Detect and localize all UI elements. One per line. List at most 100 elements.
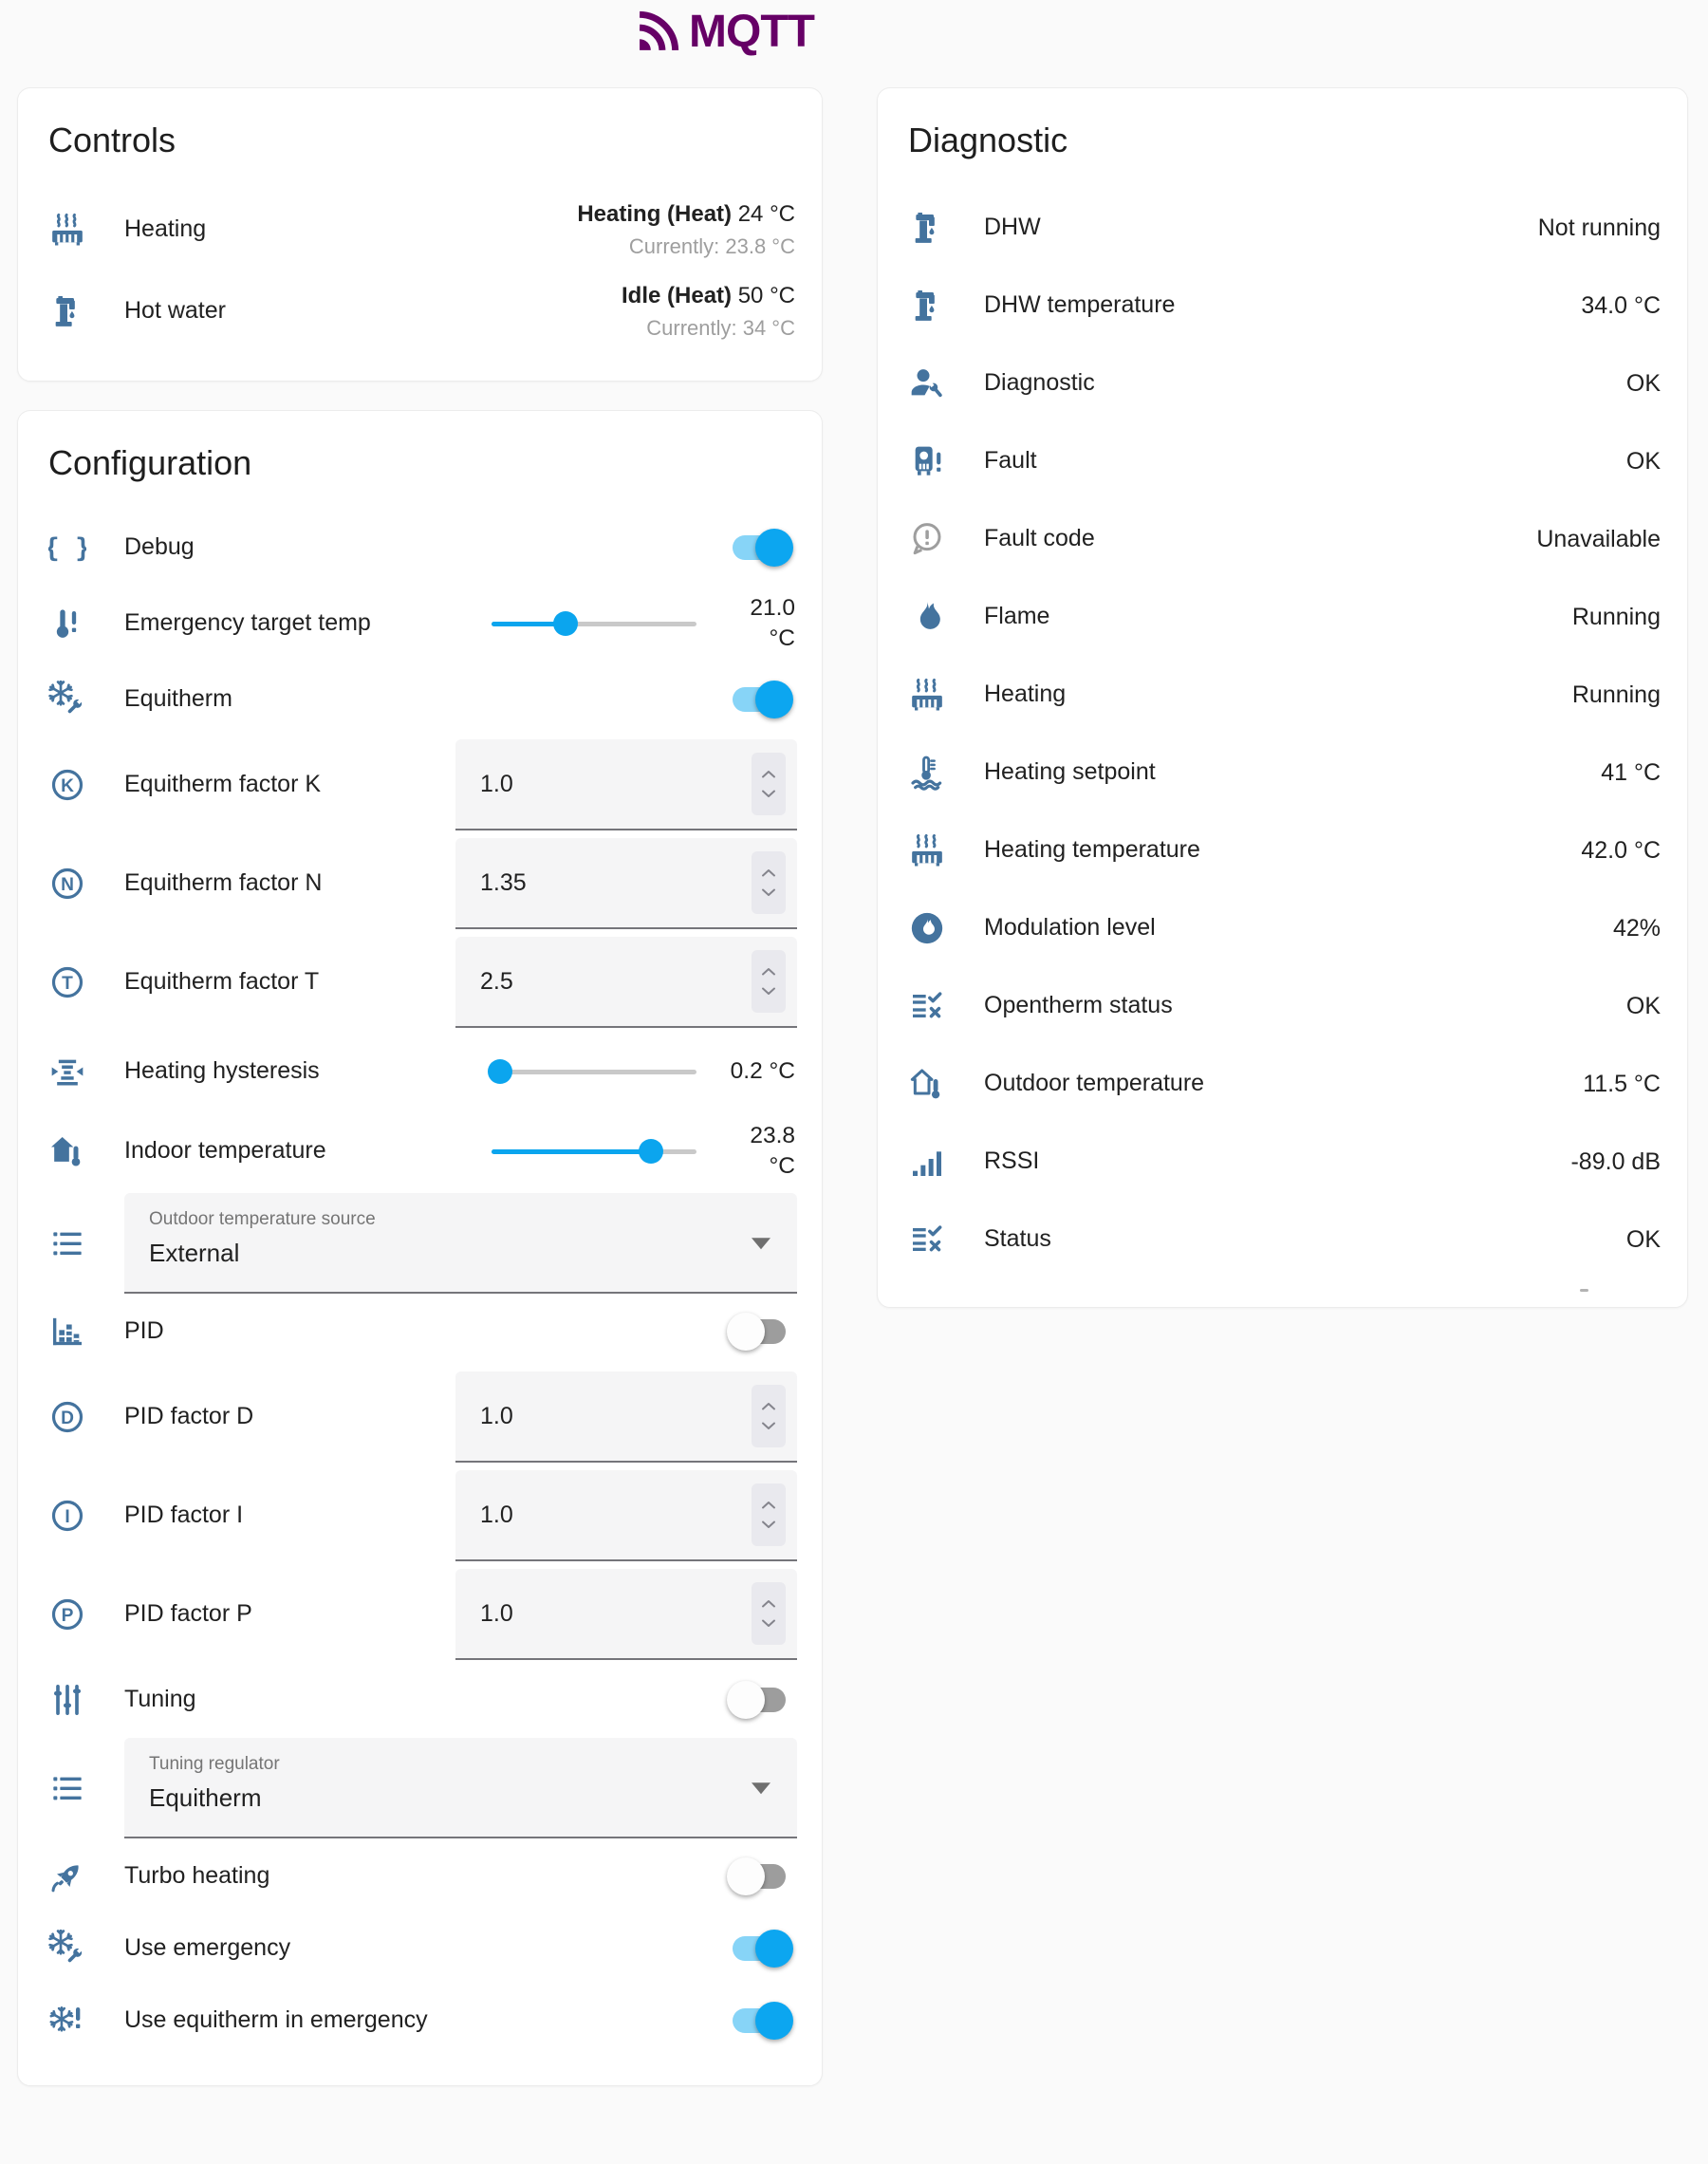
config-row-use-equitherm-in-emergency: Use equitherm in emergency — [45, 1985, 797, 2057]
stray-mark — [1580, 1289, 1588, 1292]
config-row-pid-factor-p: PID factor P 1.0 — [45, 1565, 797, 1664]
config-row-heating-hysteresis: Heating hysteresis 0.2 °C — [45, 1032, 797, 1111]
alpha-k-circle-icon — [48, 766, 86, 804]
state-name: Idle (Heat) — [622, 283, 732, 308]
pid-factor-p-input[interactable]: 1.0 — [455, 1569, 797, 1660]
page-header: MQTT — [0, 0, 1708, 87]
number-stepper[interactable] — [752, 950, 786, 1013]
fire-icon — [908, 598, 946, 636]
state-current: Currently: 34 °C — [622, 316, 795, 341]
hysteresis-icon — [48, 1053, 86, 1091]
toggle-knob — [727, 1681, 765, 1719]
number-stepper[interactable] — [752, 851, 786, 914]
toggle-knob — [755, 2002, 793, 2040]
tune-vertical-icon — [48, 1681, 86, 1719]
config-row-emergency-target-temp: Emergency target temp 21.0 °C — [45, 584, 797, 663]
chart-histogram-icon — [48, 1313, 86, 1351]
slider-thumb[interactable] — [488, 1059, 512, 1084]
control-row-heating[interactable]: Heating Heating (Heat) 24 °C Currently: … — [45, 189, 797, 270]
control-label: Hot water — [124, 296, 622, 326]
dropdown-arrow-icon — [752, 1238, 770, 1249]
turbo-heating-toggle[interactable] — [733, 1864, 786, 1889]
diagnostic-value: 11.5 °C — [1583, 1071, 1662, 1098]
control-row-hot-water[interactable]: Hot water Idle (Heat) 50 °C Currently: 3… — [45, 270, 797, 352]
pid-factor-d-input[interactable]: 1.0 — [455, 1371, 797, 1463]
diagnostic-card-title: Diagnostic — [908, 121, 1662, 160]
config-row-outdoor-temperature-source: Outdoor temperature source External — [45, 1191, 797, 1296]
diagnostic-value: OK — [1626, 1226, 1662, 1254]
outdoor-temperature-source-select[interactable]: Outdoor temperature source External — [124, 1193, 797, 1294]
message-alert-icon — [908, 520, 946, 558]
diagnostic-row-dhw: DHW Not running — [904, 189, 1662, 267]
state-name: Heating (Heat) — [577, 201, 732, 227]
list-bulleted-icon — [48, 1769, 86, 1807]
mqtt-logo-text: MQTT — [689, 6, 814, 58]
config-row-equitherm: Equitherm — [45, 663, 797, 736]
slider-value: 21.0 °C — [721, 593, 795, 654]
alpha-t-circle-icon — [48, 963, 86, 1001]
emergency-target-temp-slider[interactable] — [492, 610, 696, 637]
number-stepper[interactable] — [752, 753, 786, 815]
rocket-icon — [48, 1857, 86, 1895]
alpha-d-circle-icon — [48, 1398, 86, 1436]
snowflake-wrench-icon — [48, 681, 86, 718]
use-emergency-toggle[interactable] — [733, 1936, 786, 1961]
diagnostic-card: Diagnostic DHW Not running DHW temperatu… — [877, 87, 1688, 1308]
heating-hysteresis-slider[interactable] — [492, 1058, 696, 1085]
pid-toggle[interactable] — [733, 1319, 786, 1344]
alpha-n-circle-icon — [48, 865, 86, 903]
configuration-card: Configuration Debug Emergency target tem… — [17, 410, 823, 2086]
equitherm-factor-k-input[interactable]: 1.0 — [455, 739, 797, 830]
list-bulleted-icon — [48, 1224, 86, 1262]
config-row-equitherm-factor-n: Equitherm factor N 1.35 — [45, 834, 797, 933]
thermometer-alert-icon — [48, 605, 86, 643]
configuration-card-title: Configuration — [48, 443, 797, 483]
tuning-toggle[interactable] — [733, 1688, 786, 1712]
diagnostic-value: Not running — [1538, 215, 1662, 242]
pid-factor-i-input[interactable]: 1.0 — [455, 1470, 797, 1561]
config-row-tuning: Tuning — [45, 1664, 797, 1736]
config-row-indoor-temperature: Indoor temperature 23.8 °C — [45, 1111, 797, 1191]
snowflake-wrench-icon — [48, 1930, 86, 1968]
diagnostic-row-fault-code: Fault code Unavailable — [904, 500, 1662, 578]
config-row-equitherm-factor-t: Equitherm factor T 2.5 — [45, 933, 797, 1032]
controls-card-title: Controls — [48, 121, 797, 160]
control-state: Heating (Heat) 24 °C Currently: 23.8 °C — [577, 201, 795, 259]
config-row-pid-factor-d: PID factor D 1.0 — [45, 1368, 797, 1466]
equitherm-factor-t-input[interactable]: 2.5 — [455, 937, 797, 1028]
config-row-turbo-heating: Turbo heating — [45, 1840, 797, 1912]
thermometer-water-icon — [908, 754, 946, 792]
diagnostic-row-diagnostic: Diagnostic OK — [904, 345, 1662, 422]
config-row-debug: Debug — [45, 512, 797, 584]
radiator-icon — [908, 831, 946, 869]
tuning-regulator-select[interactable]: Tuning regulator Equitherm — [124, 1738, 797, 1838]
code-braces-icon — [48, 529, 86, 567]
mqtt-logo: MQTT — [632, 6, 814, 58]
toggle-knob — [755, 1930, 793, 1968]
slider-thumb[interactable] — [639, 1139, 663, 1164]
diagnostic-row-dhw-temperature: DHW temperature 34.0 °C — [904, 267, 1662, 345]
slider-thumb[interactable] — [553, 611, 578, 636]
indoor-temperature-slider[interactable] — [492, 1138, 696, 1165]
snowflake-alert-icon — [48, 2002, 86, 2040]
use-equitherm-in-emergency-toggle[interactable] — [733, 2008, 786, 2033]
config-row-tuning-regulator: Tuning regulator Equitherm — [45, 1736, 797, 1840]
diagnostic-value: 34.0 °C — [1581, 292, 1662, 320]
state-temp: 24 °C — [738, 201, 795, 227]
config-row-pid: PID — [45, 1296, 797, 1368]
home-thermometer-outline-icon — [908, 1065, 946, 1103]
number-stepper[interactable] — [752, 1582, 786, 1645]
faucet-icon — [48, 292, 86, 330]
debug-toggle[interactable] — [733, 535, 786, 560]
dropdown-arrow-icon — [752, 1782, 770, 1794]
signal-icon — [908, 1143, 946, 1181]
faucet-icon — [908, 209, 946, 247]
equitherm-factor-n-input[interactable]: 1.35 — [455, 838, 797, 929]
number-stepper[interactable] — [752, 1385, 786, 1447]
toggle-knob — [727, 1313, 765, 1351]
number-stepper[interactable] — [752, 1483, 786, 1546]
equitherm-toggle[interactable] — [733, 687, 786, 712]
diagnostic-row-fault: Fault OK — [904, 422, 1662, 500]
account-wrench-icon — [908, 364, 946, 402]
list-status-icon — [908, 987, 946, 1025]
